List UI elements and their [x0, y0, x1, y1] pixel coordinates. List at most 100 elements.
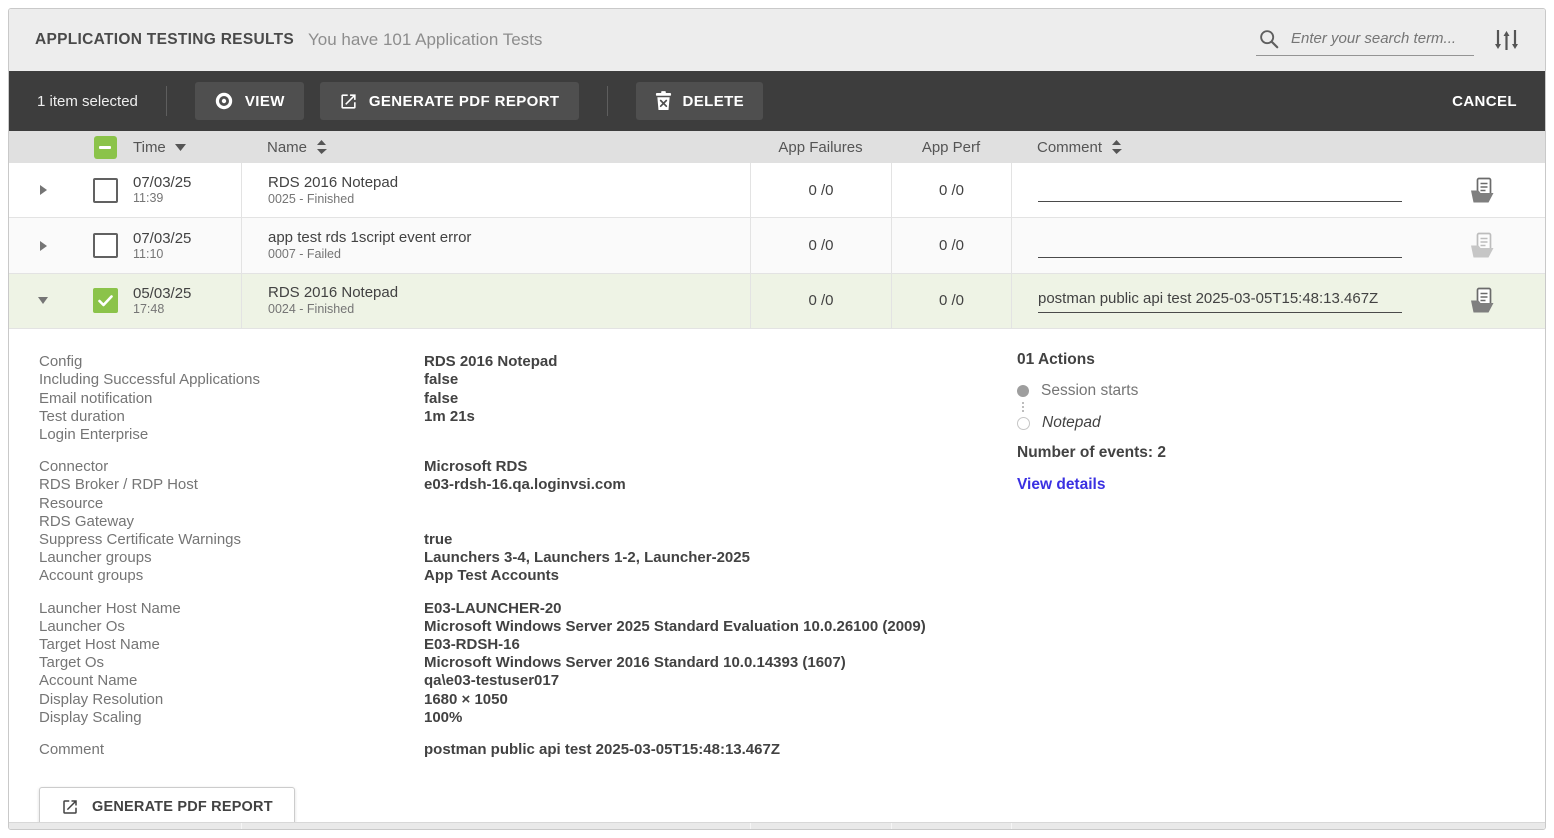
report-file-icon[interactable]: [1469, 287, 1497, 314]
column-header-app-perf[interactable]: App Perf: [891, 139, 1011, 156]
detail-label: Comment: [39, 741, 424, 759]
detail-value: postman public api test 2025-03-05T15:48…: [424, 741, 780, 759]
detail-label: Launcher Host Name: [39, 600, 424, 618]
detail-label: RDS Gateway: [39, 513, 424, 531]
detail-label: Target Host Name: [39, 636, 424, 654]
delete-button-label: DELETE: [683, 93, 745, 110]
expand-row-button[interactable]: [9, 218, 77, 272]
sort-both-icon: [1111, 140, 1122, 154]
row-status: 0007 - Failed: [268, 247, 341, 262]
row-checkbox[interactable]: [93, 178, 118, 203]
detail-value: RDS 2016 Notepad: [424, 353, 557, 371]
comment-input[interactable]: [1038, 178, 1402, 202]
detail-label: Login Enterprise: [39, 426, 424, 444]
app-failures-value: 0 /0: [750, 218, 891, 272]
search-box[interactable]: [1256, 25, 1474, 56]
minus-icon: [99, 146, 111, 149]
detail-group-comment: Commentpostman public api test 2025-03-0…: [39, 741, 1545, 759]
column-time-label: Time: [133, 139, 166, 156]
expand-row-button[interactable]: [9, 163, 77, 217]
column-header-comment[interactable]: Comment: [1011, 139, 1545, 156]
row-time: 11:39: [133, 191, 241, 206]
row-time: 17:48: [133, 302, 241, 317]
row-name: app test rds 1script event error: [268, 229, 471, 247]
detail-value: E03-RDSH-16: [424, 636, 520, 654]
row-date: 05/03/25: [133, 285, 241, 302]
filter-sliders-icon[interactable]: [1494, 27, 1519, 53]
collapse-row-button[interactable]: [9, 274, 77, 328]
open-in-new-icon: [61, 798, 79, 816]
row-status: 0024 - Finished: [268, 302, 354, 317]
triangle-down-icon: [38, 297, 48, 304]
details-panel: ConfigRDS 2016 Notepad Including Success…: [9, 329, 1545, 822]
report-file-icon[interactable]: [1469, 177, 1497, 204]
detail-value: true: [424, 531, 452, 549]
cancel-button[interactable]: CANCEL: [1452, 93, 1517, 110]
search-icon: [1258, 28, 1280, 50]
sort-both-icon: [316, 140, 327, 154]
table-row: 07/03/25 11:10 app test rds 1script even…: [9, 218, 1545, 273]
check-icon: [98, 295, 113, 307]
hollow-bullet-icon: [1017, 417, 1030, 430]
detail-group-hosts: Launcher Host NameE03-LAUNCHER-20 Launch…: [39, 600, 1545, 727]
eye-icon: [214, 91, 234, 111]
row-time: 11:10: [133, 247, 241, 262]
column-comment-label: Comment: [1037, 139, 1102, 156]
column-header-app-failures[interactable]: App Failures: [750, 139, 891, 156]
comment-input[interactable]: [1038, 289, 1402, 313]
detail-value: Launchers 3-4, Launchers 1-2, Launcher-2…: [424, 549, 750, 567]
open-in-new-icon: [339, 92, 358, 111]
detail-label: Display Scaling: [39, 709, 424, 727]
comment-input[interactable]: [1038, 234, 1402, 258]
detail-label: Email notification: [39, 390, 424, 408]
table-row-selected: 05/03/25 17:48 RDS 2016 Notepad 0024 - F…: [9, 274, 1545, 329]
detail-value: Microsoft RDS: [424, 458, 527, 476]
search-input[interactable]: [1289, 29, 1472, 48]
view-details-link[interactable]: View details: [1017, 476, 1447, 494]
view-button[interactable]: VIEW: [195, 82, 304, 120]
row-name: RDS 2016 Notepad: [268, 174, 398, 192]
detail-label: RDS Broker / RDP Host: [39, 476, 424, 494]
row-checkbox[interactable]: [93, 233, 118, 258]
toolbar-divider: [607, 86, 608, 116]
detail-label: Test duration: [39, 408, 424, 426]
row-checkbox-checked[interactable]: [93, 288, 118, 313]
detail-label: Account groups: [39, 567, 424, 585]
row-name: RDS 2016 Notepad: [268, 284, 398, 302]
detail-label: Target Os: [39, 654, 424, 672]
detail-value: 1m 21s: [424, 408, 475, 426]
detail-label: Display Resolution: [39, 691, 424, 709]
generate-pdf-report-button-bottom[interactable]: GENERATE PDF REPORT: [39, 787, 295, 822]
triangle-right-icon: [40, 185, 47, 195]
selection-count: 1 item selected: [37, 93, 138, 110]
app-failures-value: 0 /0: [750, 274, 891, 328]
actions-panel: 01 Actions Session starts Notepad Number…: [1017, 351, 1447, 494]
detail-label: Account Name: [39, 672, 424, 690]
view-button-label: VIEW: [245, 93, 285, 110]
detail-value: e03-rdsh-16.qa.loginvsi.com: [424, 476, 626, 494]
app-perf-value: 0 /0: [891, 274, 1011, 328]
detail-label: Launcher Os: [39, 618, 424, 636]
row-date: 07/03/25: [133, 174, 241, 191]
generate-pdf-button-label: GENERATE PDF REPORT: [369, 93, 560, 110]
column-name-label: Name: [267, 139, 307, 156]
detail-value: false: [424, 371, 458, 389]
top-header: APPLICATION TESTING RESULTS You have 101…: [9, 9, 1545, 71]
detail-value: qa\e03-testuser017: [424, 672, 559, 690]
column-header-time[interactable]: Time: [133, 139, 241, 156]
toolbar-divider: [166, 86, 167, 116]
report-file-icon[interactable]: [1469, 232, 1497, 259]
delete-button[interactable]: DELETE: [636, 82, 764, 120]
timeline-connector: [1022, 402, 1447, 412]
table-header: Time Name App Failures App Perf Comment: [9, 131, 1545, 163]
triangle-right-icon: [40, 241, 47, 251]
select-all-checkbox-indeterminate[interactable]: [94, 136, 117, 159]
row-status: 0025 - Finished: [268, 192, 354, 207]
events-count: Number of events: 2: [1017, 444, 1447, 462]
column-header-name[interactable]: Name: [241, 139, 750, 156]
detail-label: Including Successful Applications: [39, 371, 424, 389]
generate-pdf-report-button[interactable]: GENERATE PDF REPORT: [320, 82, 579, 120]
actions-title: 01 Actions: [1017, 351, 1447, 369]
app-perf-value: 0 /0: [891, 218, 1011, 272]
filled-bullet-icon: [1017, 385, 1029, 397]
